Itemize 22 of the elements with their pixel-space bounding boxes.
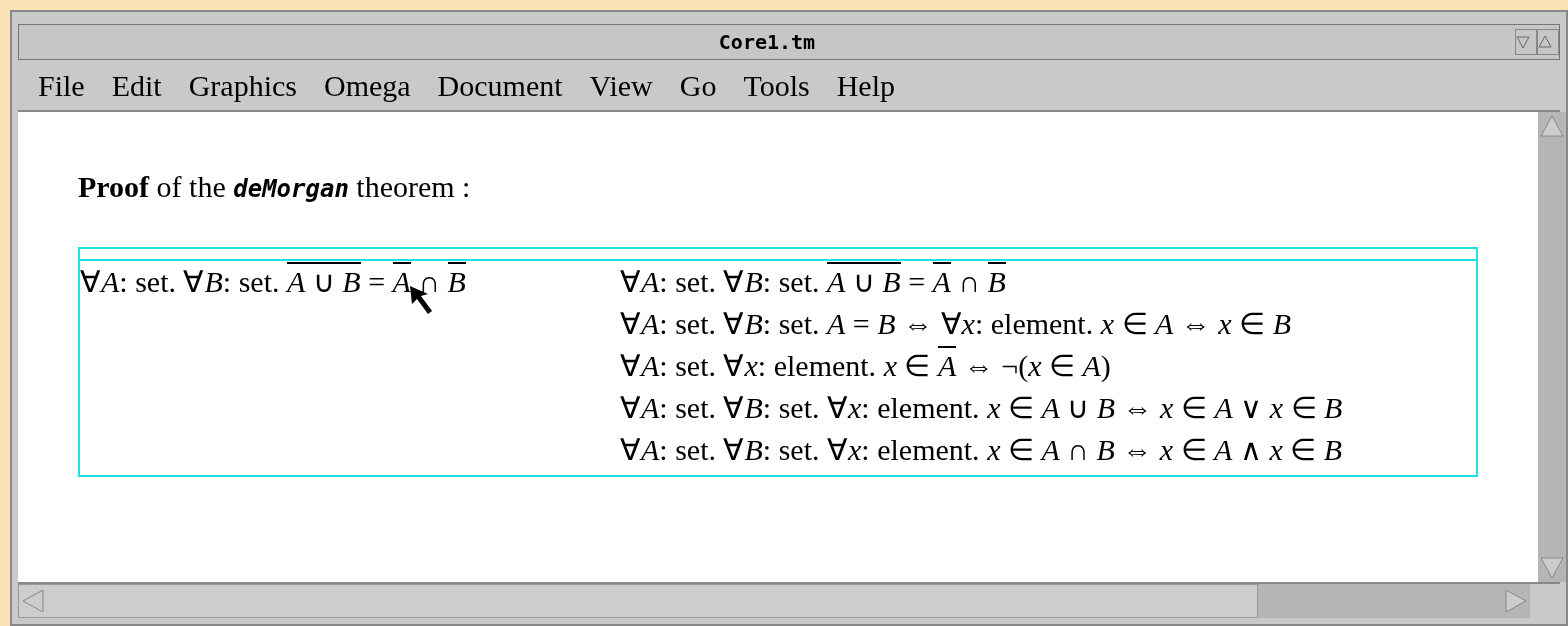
menu-item[interactable]: View bbox=[589, 62, 653, 108]
menu-item[interactable]: Document bbox=[437, 62, 563, 108]
up-triangle-icon bbox=[1538, 35, 1552, 49]
down-triangle-icon bbox=[1516, 35, 1530, 49]
menu-item[interactable]: Go bbox=[679, 62, 717, 108]
minimize-button[interactable] bbox=[1515, 29, 1537, 55]
window-title: Core1.tm bbox=[717, 29, 817, 56]
menu-item[interactable]: Tools bbox=[743, 62, 810, 108]
heading: Proof of the deMorgan theorem : bbox=[78, 169, 472, 205]
formula: ∀A: set. ∀B: set. ∀x: element. x ∈ A ∪ B ⇔ x ∈ A ∨ x ∈ B bbox=[620, 390, 1343, 426]
formula: ∀A: set. ∀B: set. ∀x: element. x ∈ A ∩ B ⇔ x ∈ A ∧ x ∈ B bbox=[620, 432, 1343, 468]
menu-item[interactable]: Graphics bbox=[188, 62, 297, 108]
menu-item[interactable]: Edit bbox=[111, 62, 162, 108]
vertical-scrollbar[interactable] bbox=[1538, 112, 1566, 582]
formula: ∀A: set. ∀B: set. A ∪ B = A ∩ B bbox=[620, 261, 1343, 303]
horizontal-scrollbar[interactable] bbox=[18, 584, 1530, 618]
maximize-button[interactable] bbox=[1537, 29, 1559, 55]
menu-item[interactable]: Help bbox=[836, 62, 895, 108]
menu-item[interactable]: Omega bbox=[323, 62, 411, 108]
formula: ∀A: set. ∀x: element. x ∈ A ⇔ ¬(x ∈ A) bbox=[620, 345, 1343, 387]
formula: ∀A: set. ∀B: set. A = B ⇔ ∀x: element. x ∈ A ⇔ x ∈ B bbox=[620, 306, 1292, 342]
menu-item[interactable]: File bbox=[38, 62, 85, 108]
